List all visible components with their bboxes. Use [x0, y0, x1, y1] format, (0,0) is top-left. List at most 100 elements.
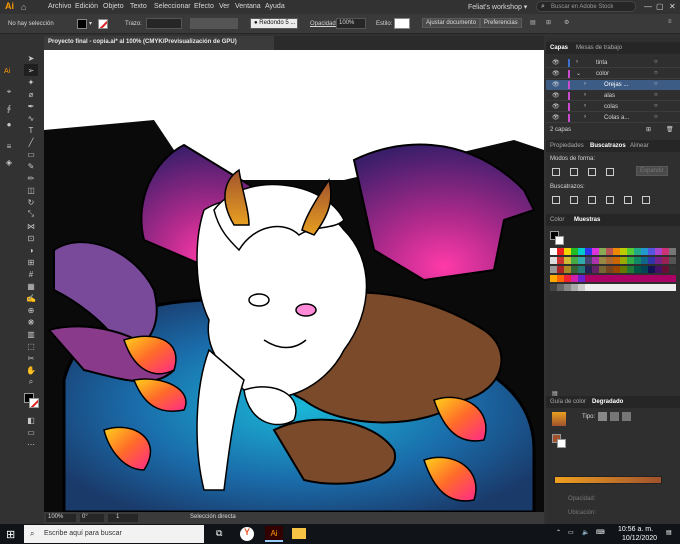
paintbrush-tool-icon[interactable]: ✎: [24, 160, 38, 172]
rectangle-tool-icon[interactable]: ▭: [24, 148, 38, 160]
tab-align[interactable]: Alinear: [630, 143, 649, 149]
tab-color-guide[interactable]: Guía de color: [550, 399, 586, 405]
layer-row[interactable]: 👁 › tinta ○: [546, 58, 680, 68]
expand-arrow-icon[interactable]: ⌄: [576, 70, 581, 77]
curvature-tool-icon[interactable]: ∿: [24, 112, 38, 124]
eraser-tool-icon[interactable]: ◫: [24, 184, 38, 196]
gradient-slider[interactable]: [554, 476, 662, 484]
align-icon[interactable]: ▤: [530, 19, 536, 26]
pencil-tool-icon[interactable]: ✏: [24, 172, 38, 184]
volume-icon[interactable]: 🔈: [582, 529, 589, 536]
windows-start-icon[interactable]: ⊞: [6, 528, 15, 541]
shape-builder-icon[interactable]: ◑: [24, 244, 38, 256]
eye-icon[interactable]: 👁: [552, 59, 560, 66]
eye-icon[interactable]: 👁: [552, 92, 560, 99]
layer-row-selected[interactable]: 👁 › Orejas ... ○: [546, 80, 680, 90]
menu-seleccionar[interactable]: Seleccionar: [154, 3, 191, 10]
eye-icon[interactable]: 👁: [552, 114, 560, 121]
lasso-tool-icon[interactable]: ⌀: [24, 88, 38, 100]
pen-tool-icon[interactable]: ✒: [24, 100, 38, 112]
tab-layers[interactable]: Capas: [550, 45, 568, 51]
screen-mode-icon[interactable]: ▭: [24, 426, 38, 438]
adjust-document-button[interactable]: Ajustar documento: [422, 18, 481, 28]
radial-gradient-button[interactable]: [610, 412, 619, 421]
style-swatch[interactable]: [394, 18, 410, 29]
circle-side-icon[interactable]: ●: [2, 118, 16, 130]
opacity-input[interactable]: 100%: [336, 18, 366, 29]
minus-back-icon[interactable]: [642, 196, 650, 204]
artboard-nav[interactable]: 1: [108, 514, 138, 522]
menu-edicion[interactable]: Edición: [75, 3, 98, 10]
preferences-button[interactable]: Preferencias: [480, 18, 522, 28]
hand-tool-icon[interactable]: ✋: [24, 364, 38, 376]
menu-icon[interactable]: ≡: [668, 19, 672, 25]
target-circle-icon[interactable]: ○: [654, 114, 658, 120]
transform-icon[interactable]: ⊞: [546, 19, 551, 26]
scale-tool-icon[interactable]: ⤡: [24, 208, 38, 220]
target-circle-icon[interactable]: ○: [654, 70, 658, 76]
exclude-icon[interactable]: [606, 168, 614, 176]
tab-color[interactable]: Color: [550, 217, 564, 223]
eye-icon[interactable]: 👁: [552, 103, 560, 110]
rotate-tool-icon[interactable]: ↻: [24, 196, 38, 208]
target-circle-icon[interactable]: ○: [654, 92, 658, 98]
layer-row[interactable]: 👁 › Colas a... ○: [546, 113, 680, 123]
gradient-preview[interactable]: [552, 412, 566, 426]
type-tool-icon[interactable]: T: [24, 124, 38, 136]
artboard-tool-icon[interactable]: ⬚: [24, 340, 38, 352]
freeform-gradient-button[interactable]: [622, 412, 631, 421]
show-hidden-icon[interactable]: ⌃: [556, 529, 561, 536]
gradient-tool-icon[interactable]: ▦: [24, 280, 38, 292]
fill-swatch[interactable]: [77, 19, 87, 29]
layer-row[interactable]: 👁 › colas ○: [546, 102, 680, 112]
file-explorer-icon[interactable]: [292, 528, 306, 539]
zoom-tool-icon[interactable]: ⌕: [24, 376, 38, 388]
direct-selection-tool-icon[interactable]: ➢: [24, 64, 38, 76]
stock-search[interactable]: ⌕ Buscar en Adobe Stock: [536, 1, 636, 12]
tab-properties[interactable]: Propiedades: [550, 143, 584, 149]
new-layer-icon[interactable]: ⊞: [646, 126, 651, 133]
zoom-select[interactable]: 100%: [46, 514, 76, 522]
line-tool-icon[interactable]: ╱: [24, 136, 38, 148]
layers-side-icon[interactable]: ◈: [2, 156, 16, 168]
yandex-browser-icon[interactable]: Y: [240, 527, 254, 541]
blend-tool-icon[interactable]: ⊕: [24, 304, 38, 316]
expand-arrow-icon[interactable]: ›: [584, 103, 586, 109]
menu-archivo[interactable]: Archivo: [48, 3, 71, 10]
target-circle-icon[interactable]: ○: [654, 103, 658, 109]
width-tool-icon[interactable]: ⋈: [24, 220, 38, 232]
stroke-color-box[interactable]: [29, 398, 39, 408]
menu-ventana[interactable]: Ventana: [235, 3, 261, 10]
notifications-icon[interactable]: ▤: [666, 529, 672, 536]
divide-icon[interactable]: [552, 196, 560, 204]
maximize-button[interactable]: ▢: [656, 2, 664, 11]
linear-gradient-button[interactable]: [598, 412, 607, 421]
unite-icon[interactable]: [552, 168, 560, 176]
minimize-button[interactable]: —: [644, 2, 652, 11]
tab-gradient[interactable]: Degradado: [592, 399, 623, 405]
document-tab[interactable]: Proyecto final - copia.ai* al 100% (CMYK…: [44, 36, 274, 50]
layer-row[interactable]: 👁 › alas ○: [546, 91, 680, 101]
expand-arrow-icon[interactable]: ›: [584, 81, 586, 87]
draw-mode-icon[interactable]: ◧: [24, 414, 38, 426]
menu-efecto[interactable]: Efecto: [194, 3, 214, 10]
language-icon[interactable]: ⌨: [596, 529, 605, 536]
workspace-switcher[interactable]: Feliat's workshop ▾: [468, 3, 527, 11]
merge-icon[interactable]: [588, 196, 596, 204]
outline-icon[interactable]: [624, 196, 632, 204]
more-tools-icon[interactable]: ⋯: [24, 438, 38, 450]
gradient-stroke-box[interactable]: [557, 439, 566, 448]
trash-icon[interactable]: 🗑: [666, 126, 674, 133]
eye-icon[interactable]: 👁: [552, 81, 560, 88]
chevron-down-icon[interactable]: ▾: [89, 20, 92, 27]
brush-definition[interactable]: ● Redondo 5 ...: [250, 18, 298, 29]
stroke-side-icon[interactable]: ≡: [2, 140, 16, 152]
target-circle-icon[interactable]: ○: [654, 81, 658, 87]
graph-tool-icon[interactable]: ▥: [24, 328, 38, 340]
mesh-tool-icon[interactable]: #: [24, 268, 38, 280]
brush-side-icon[interactable]: ∮: [2, 102, 16, 114]
expand-button[interactable]: Expandir: [636, 166, 668, 176]
target-circle-icon[interactable]: ○: [654, 59, 658, 65]
clock-time[interactable]: 10:56 a. m.: [618, 526, 653, 533]
home-icon[interactable]: ⌂: [21, 2, 26, 12]
